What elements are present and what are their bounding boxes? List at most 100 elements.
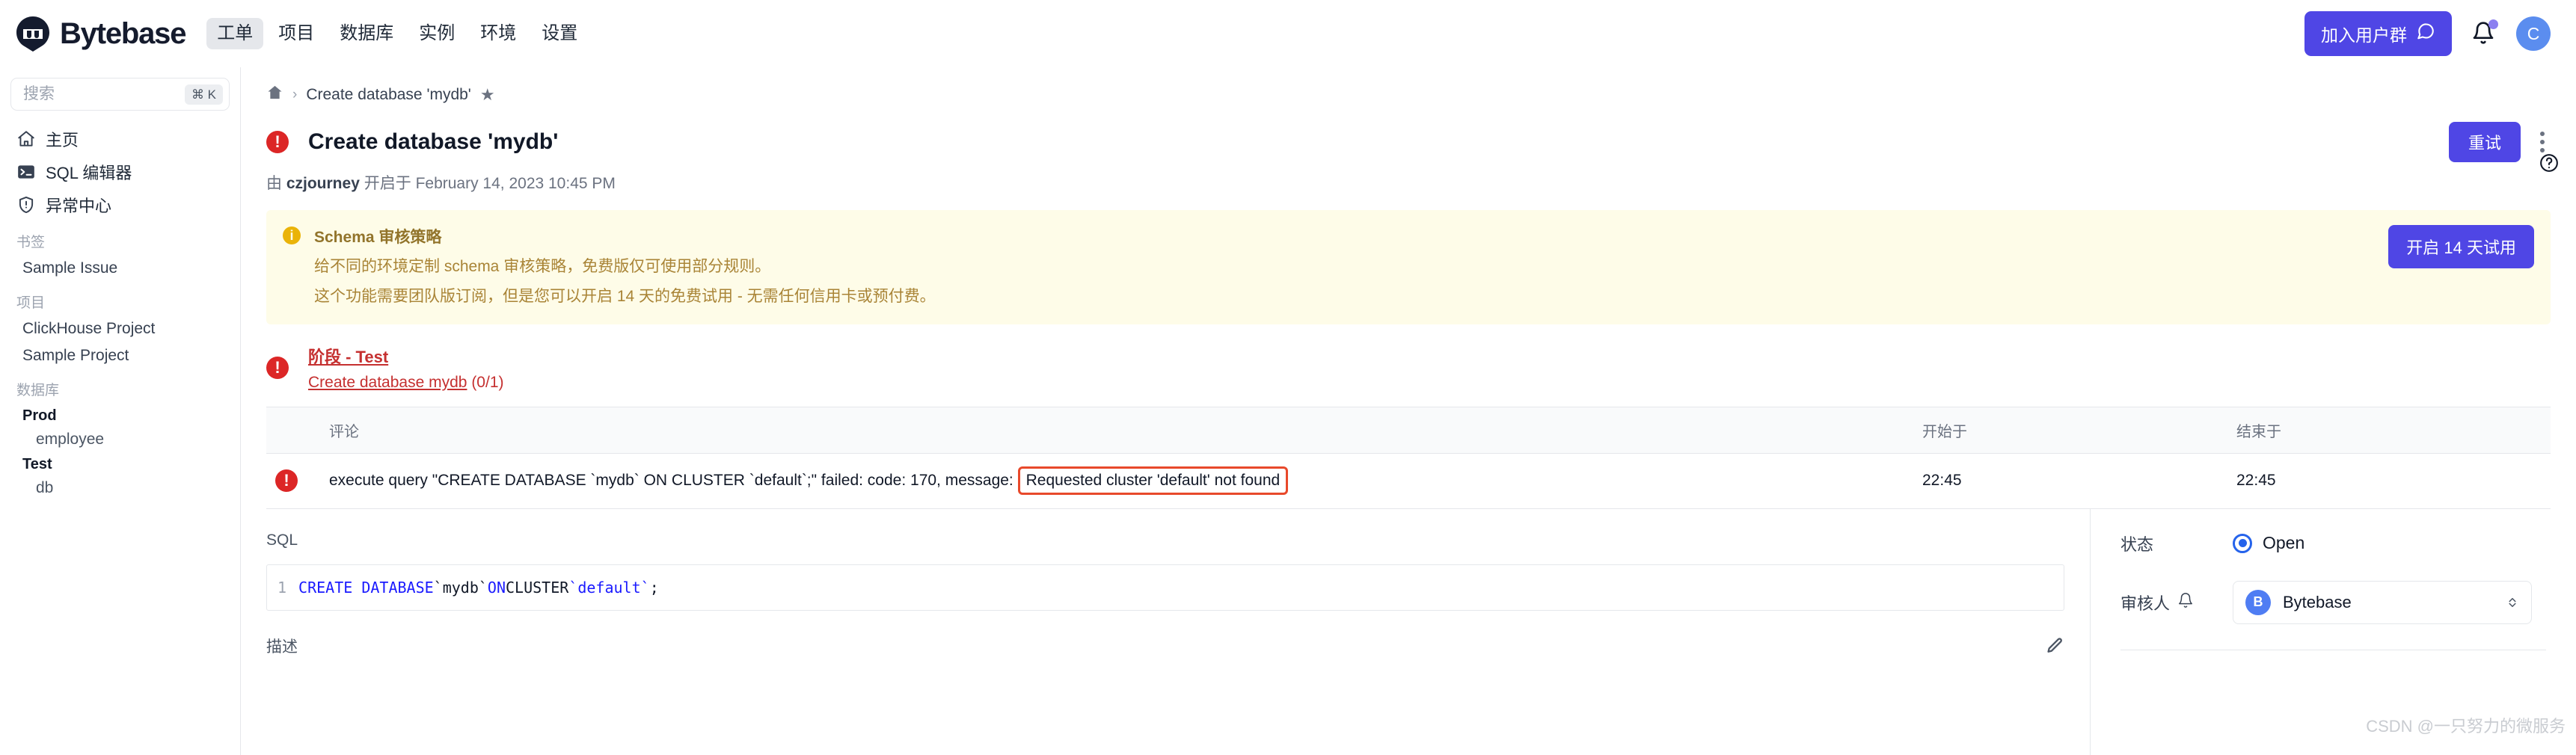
assignee-label-wrap: 审核人 (2120, 591, 2233, 614)
nav-item-settings[interactable]: 设置 (531, 18, 588, 49)
notice-body: Schema 审核策略 给不同的环境定制 schema 审核策略，免费版仅可使用… (314, 225, 2370, 308)
search-box[interactable]: ⌘ K (10, 78, 230, 111)
nav-item-issues[interactable]: 工单 (206, 18, 264, 49)
row-ended-at: 22:45 (2236, 453, 2551, 509)
avatar[interactable]: C (2516, 16, 2551, 51)
header-actions: 加入用户群 C (2304, 11, 2551, 56)
question-circle-icon[interactable] (2539, 152, 2560, 173)
sidebar-item-sql-editor[interactable]: SQL 编辑器 (10, 155, 230, 188)
nav-item-projects[interactable]: 项目 (268, 18, 325, 49)
issue-subtitle-prefix: 由 (266, 175, 282, 192)
watermark: CSDN @一只努力的微服务 (2366, 717, 2566, 736)
sql-token-3: CLUSTER (506, 578, 569, 597)
notifications-button[interactable] (2471, 19, 2498, 49)
sql-and-description: SQL 1 CREATE DATABASE `mydb` ON CLUSTER … (241, 508, 2091, 755)
status-value-wrap: Open (2233, 533, 2304, 553)
sidebar-item-home-label: 主页 (46, 131, 79, 150)
status-label: 状态 (2120, 534, 2154, 554)
breadcrumb-home-icon[interactable] (266, 84, 283, 105)
sidebar-project-clickhouse[interactable]: ClickHouse Project (10, 315, 230, 342)
bell-icon (2471, 22, 2495, 49)
breadcrumb: › Create database 'mydb' ★ (241, 67, 2576, 105)
task-table-head: 评论 开始于 结束于 (266, 406, 2551, 454)
main-nav: 工单 项目 数据库 实例 环境 设置 (206, 18, 588, 49)
sidebar-item-home[interactable]: 主页 (10, 123, 230, 155)
notice-line-1: 给不同的环境定制 schema 审核策略，免费版仅可使用部分规则。 (314, 258, 771, 275)
stage-name[interactable]: 阶段 - Test (308, 344, 504, 368)
row-started-at: 22:45 (1922, 453, 2236, 509)
nav-item-instances[interactable]: 实例 (408, 18, 465, 49)
star-icon[interactable]: ★ (480, 86, 495, 103)
col-header-comment: 评论 (329, 406, 1922, 454)
schema-review-notice: i Schema 审核策略 给不同的环境定制 schema 审核策略，免费版仅可… (266, 210, 2551, 324)
stage-task: Create database mydb (0/1) (308, 374, 504, 392)
row-status-cell: ! (266, 453, 329, 509)
sidebar-env-prod: Prod (22, 407, 57, 424)
join-community-label: 加入用户群 (2321, 25, 2407, 45)
sidebar-item-anomaly-center[interactable]: 异常中心 (10, 188, 230, 221)
sidebar-item-sql-editor-label: SQL 编辑器 (46, 164, 132, 182)
sql-line-number: 1 (277, 578, 287, 597)
nav-item-databases[interactable]: 数据库 (329, 18, 404, 49)
sidebar: ⌘ K 主页 SQL 编辑器 (0, 67, 241, 755)
status-value: Open (2263, 533, 2305, 553)
table-row[interactable]: ! execute query "CREATE DATABASE `mydb` … (266, 453, 2551, 509)
sidebar-bookmark-sample-issue[interactable]: Sample Issue (10, 255, 230, 282)
issue-creator: czjourney (286, 175, 360, 192)
bytebase-logo-icon (13, 14, 52, 53)
issue-subtitle: 由 czjourney 开启于 February 14, 2023 10:45 … (241, 162, 2576, 194)
sidebar-group-projects: 项目 (16, 295, 46, 311)
issue-side-panel: 状态 Open 审核人 B Bytebase CSDN @一只努力的微服务 (2091, 509, 2576, 755)
body: ⌘ K 主页 SQL 编辑器 (0, 67, 2576, 755)
home-icon (16, 129, 36, 149)
sidebar-database-employee[interactable]: employee (10, 428, 230, 452)
brand-name: Bytebase (60, 17, 186, 50)
top-header: Bytebase 工单 项目 数据库 实例 环境 设置 加入用户群 C (0, 0, 2576, 67)
sql-token-5: ; (649, 578, 659, 597)
row-error-exclamation-icon: ! (275, 469, 298, 493)
shield-alert-icon (16, 195, 36, 215)
notification-badge-dot (2488, 19, 2498, 29)
search-input[interactable] (22, 84, 185, 104)
issue-title-row: ! Create database 'mydb' 重试 (241, 105, 2576, 162)
pencil-icon[interactable] (2045, 636, 2064, 656)
brand[interactable]: Bytebase (13, 14, 186, 53)
issue-actions: 重试 (2448, 122, 2551, 162)
chevron-up-down-icon (2506, 593, 2519, 612)
start-trial-button[interactable]: 开启 14 天试用 (2388, 225, 2534, 268)
task-table-header-row: 评论 开始于 结束于 (266, 406, 2551, 454)
avatar-initial: C (2527, 23, 2540, 43)
assignee-select[interactable]: B Bytebase (2233, 580, 2532, 624)
status-field: 状态 Open (2120, 531, 2546, 555)
radio-selected-icon (2233, 533, 2252, 553)
description-row: 描述 (266, 635, 2064, 657)
sql-label: SQL (266, 531, 298, 549)
sidebar-group-databases: 数据库 (16, 383, 60, 398)
retry-button[interactable]: 重试 (2448, 122, 2521, 162)
breadcrumb-current[interactable]: Create database 'mydb' (306, 86, 470, 104)
col-header-started: 开始于 (1922, 406, 2236, 454)
join-community-button[interactable]: 加入用户群 (2304, 11, 2452, 56)
task-table-body: ! execute query "CREATE DATABASE `mydb` … (266, 453, 2551, 509)
sql-token-1: `mydb` (433, 578, 488, 597)
terminal-icon (16, 162, 36, 182)
col-header-status (266, 406, 329, 454)
sidebar-database-db[interactable]: db (10, 476, 230, 500)
sql-token-2: ON (487, 578, 506, 597)
sql-code-block[interactable]: 1 CREATE DATABASE `mydb` ON CLUSTER `def… (266, 564, 2064, 611)
col-header-ended: 结束于 (2236, 406, 2551, 454)
task-table-wrap: 评论 开始于 结束于 ! execute query "CREATE DATAB… (241, 406, 2576, 509)
row-comment-text: execute query "CREATE DATABASE `mydb` ON… (329, 472, 1013, 490)
notice-title: Schema 审核策略 (314, 229, 442, 246)
stage-task-name[interactable]: Create database mydb (308, 374, 467, 391)
row-comment-cell: execute query "CREATE DATABASE `mydb` ON… (329, 453, 1922, 509)
description-label: 描述 (266, 638, 298, 656)
sidebar-env-test: Test (22, 456, 52, 472)
sql-token-0: CREATE DATABASE (298, 578, 434, 597)
assignee-field: 审核人 B Bytebase (2120, 580, 2546, 624)
stage-texts: 阶段 - Test Create database mydb (0/1) (308, 344, 504, 392)
nav-item-environments[interactable]: 环境 (470, 18, 527, 49)
sidebar-project-sample[interactable]: Sample Project (10, 342, 230, 369)
bell-outline-icon[interactable] (2177, 592, 2194, 613)
stage-task-progress: (0/1) (471, 373, 504, 391)
